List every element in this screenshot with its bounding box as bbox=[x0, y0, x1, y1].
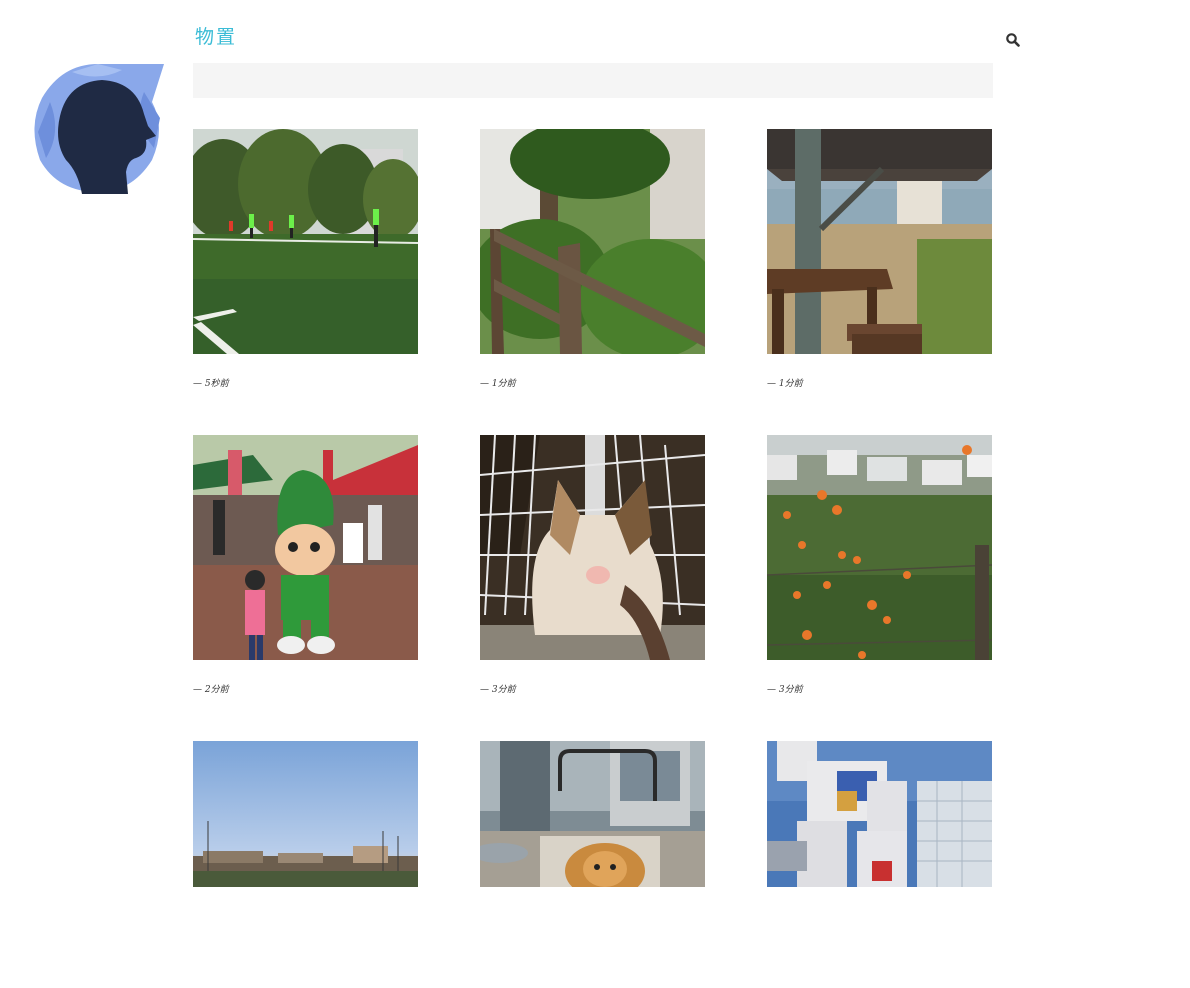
post-photo-wooden-fence-garden[interactable] bbox=[480, 129, 705, 354]
post-timestamp[interactable]: — 2分前 bbox=[193, 682, 418, 695]
post-photo-orange-cosmos-field[interactable] bbox=[767, 435, 992, 660]
head-silhouette-avatar-icon bbox=[34, 64, 164, 194]
post-item: — 2分前 bbox=[193, 435, 418, 695]
post-photo-gundam-statue[interactable] bbox=[767, 741, 992, 966]
post-item bbox=[193, 741, 418, 988]
post-item bbox=[480, 741, 705, 988]
post-photo-pavilion-bench[interactable] bbox=[767, 129, 992, 354]
search-button[interactable] bbox=[1004, 31, 1022, 49]
post-photo-cat-by-fence[interactable] bbox=[480, 435, 705, 660]
avatar[interactable] bbox=[32, 62, 164, 194]
post-photo-football-field[interactable] bbox=[193, 129, 418, 354]
post-timestamp[interactable]: — 3分前 bbox=[480, 682, 705, 695]
post-timestamp[interactable]: — 1分前 bbox=[767, 376, 992, 389]
site-title[interactable]: 物置 bbox=[195, 22, 237, 49]
post-item: — 1分前 bbox=[767, 129, 992, 389]
post-item: — 3分前 bbox=[767, 435, 992, 695]
post-photo-dog-in-stroller[interactable] bbox=[480, 741, 705, 966]
post-photo-evening-sky-field[interactable] bbox=[193, 741, 418, 966]
post-item: — 1分前 bbox=[480, 129, 705, 389]
post-item bbox=[767, 741, 992, 988]
post-item: — 5秒前 bbox=[193, 129, 418, 389]
post-timestamp[interactable]: — 3分前 bbox=[767, 682, 992, 695]
post-timestamp[interactable]: — 5秒前 bbox=[193, 376, 418, 389]
post-photo-green-mascot[interactable] bbox=[193, 435, 418, 660]
post-item: — 3分前 bbox=[480, 435, 705, 695]
header-banner bbox=[193, 63, 993, 98]
search-icon bbox=[1006, 33, 1020, 47]
post-timestamp[interactable]: — 1分前 bbox=[480, 376, 705, 389]
